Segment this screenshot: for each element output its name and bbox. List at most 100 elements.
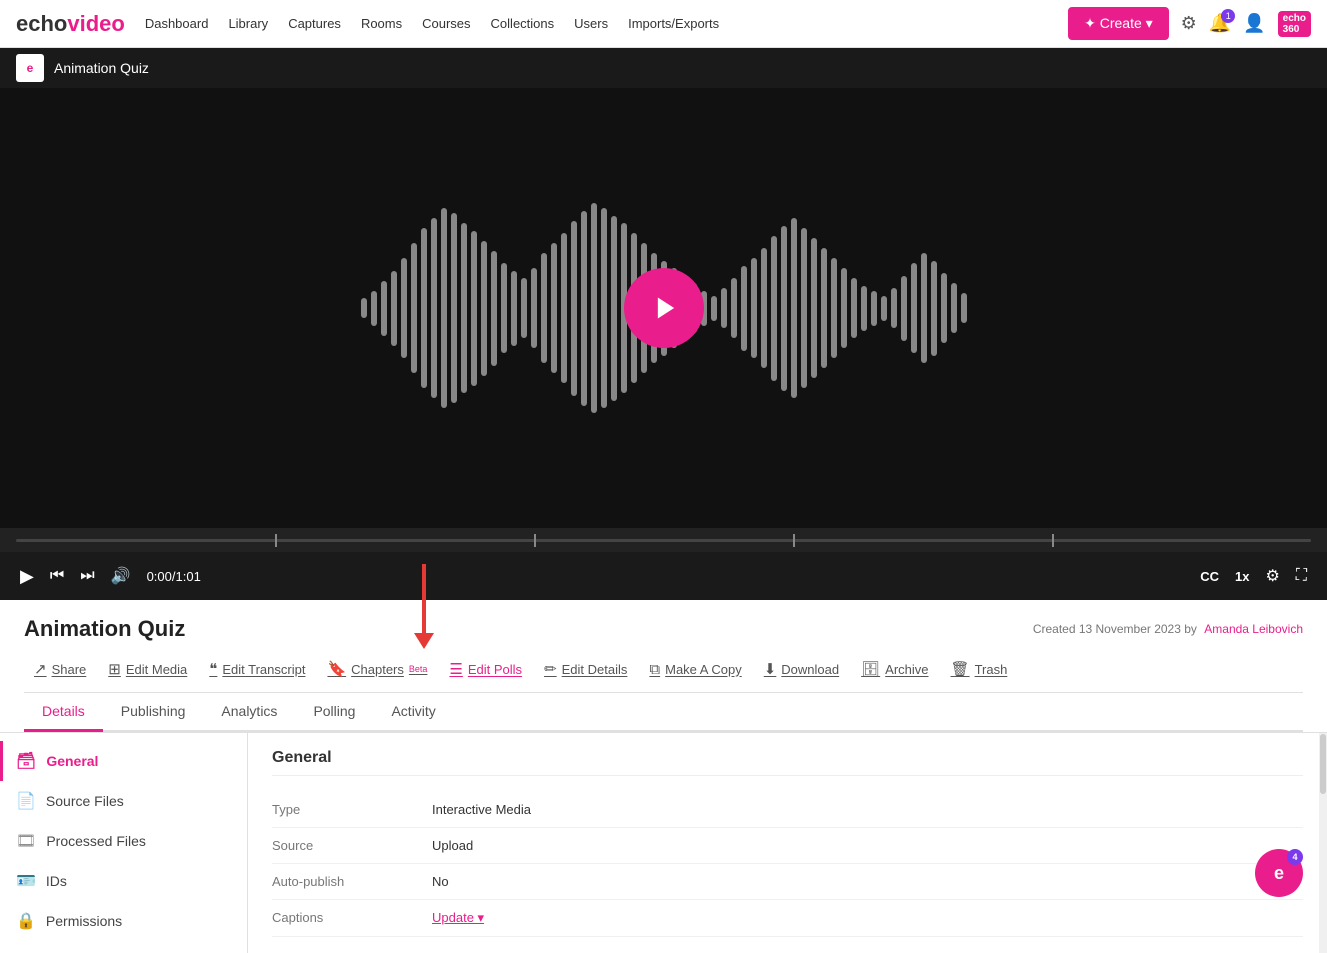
edit-transcript-icon: ❝ (209, 660, 217, 678)
edit-polls-button[interactable]: ☰ Edit Polls (439, 654, 532, 684)
logo[interactable]: echo video (16, 11, 125, 37)
sidebar-general-label: General (46, 753, 98, 769)
nav-right: ✦ Create ▾ ⚙ 🔔 1 👤 echo360 (1068, 7, 1311, 40)
nav-users[interactable]: Users (574, 16, 608, 31)
type-label: Type (272, 802, 432, 817)
waveform-bar (911, 263, 917, 353)
waveform-bar (921, 253, 927, 363)
waveform-bar (531, 268, 537, 348)
video-controls: ▶ ⏮ ⏭ 🔊 0:00/1:01 CC 1x ⚙ ⛶ (0, 552, 1327, 600)
waveform-bar (371, 291, 377, 326)
video-timeline[interactable] (0, 528, 1327, 552)
source-label: Source (272, 838, 432, 853)
tab-analytics[interactable]: Analytics (203, 693, 295, 732)
make-copy-label: Make A Copy (665, 662, 742, 677)
play-control-button[interactable]: ▶ (20, 566, 34, 587)
waveform-bar (791, 218, 797, 398)
scrollbar-track[interactable] (1319, 733, 1327, 953)
sidebar-item-ids[interactable]: 🪪 IDs (0, 861, 247, 901)
waveform-bar (901, 276, 907, 341)
avatar-badge: 4 (1287, 849, 1303, 865)
tab-activity[interactable]: Activity (373, 693, 453, 732)
waveform-bar (721, 288, 727, 328)
waveform-bar (881, 296, 887, 321)
meta-prefix: Created 13 November 2023 by (1033, 622, 1197, 636)
nav-collections[interactable]: Collections (491, 16, 555, 31)
settings-control-button[interactable]: ⚙ (1265, 566, 1279, 586)
waveform-bar (931, 261, 937, 356)
waveform-bar (521, 278, 527, 338)
avatar-letter: e (1274, 863, 1284, 884)
controls-right: CC 1x ⚙ ⛶ (1200, 566, 1307, 586)
share-icon: ↗ (34, 660, 47, 678)
archive-label: Archive (885, 662, 928, 677)
sidebar-item-permissions[interactable]: 🔒 Permissions (0, 901, 247, 941)
waveform-bar (461, 223, 467, 393)
speed-button[interactable]: 1x (1235, 569, 1249, 584)
sidebar-item-source-files[interactable]: 📄 Source Files (0, 781, 247, 821)
share-label: Share (52, 662, 87, 677)
content-area: Animation Quiz Created 13 November 2023 … (0, 600, 1327, 732)
meta-author[interactable]: Amanda Leibovich (1204, 622, 1303, 636)
nav-dashboard[interactable]: Dashboard (145, 16, 209, 31)
user-avatar-button[interactable]: 👤 (1243, 13, 1265, 34)
waveform-bar (601, 208, 607, 408)
scrollbar-thumb[interactable] (1320, 734, 1326, 794)
fullscreen-button[interactable]: ⛶ (1296, 567, 1307, 585)
breadcrumb-bar: e Animation Quiz (0, 48, 1327, 88)
waveform-bar (851, 278, 857, 338)
make-copy-icon: ⧉ (649, 661, 660, 678)
nav-rooms[interactable]: Rooms (361, 16, 402, 31)
detail-row-captions: Captions Update ▾ (272, 900, 1303, 937)
captions-button[interactable]: CC (1200, 569, 1219, 584)
download-button[interactable]: ⬇ Download (754, 654, 849, 684)
trash-label: Trash (975, 662, 1008, 677)
nav-captures[interactable]: Captures (288, 16, 341, 31)
skip-back-button[interactable]: ⏮ (50, 567, 64, 585)
permissions-icon: 🔒 (16, 911, 36, 931)
waveform-bar (481, 241, 487, 376)
create-button[interactable]: ✦ Create ▾ (1068, 7, 1169, 40)
sidebar-source-files-label: Source Files (46, 793, 124, 809)
tab-publishing[interactable]: Publishing (103, 693, 204, 732)
edit-polls-label: Edit Polls (468, 662, 522, 677)
tab-details[interactable]: Details (24, 693, 103, 732)
waveform-bar (441, 208, 447, 408)
edit-details-button[interactable]: ✏ Edit Details (534, 654, 637, 684)
timeline-track[interactable] (16, 539, 1311, 542)
edit-media-button[interactable]: ⊞ Edit Media (98, 654, 197, 684)
chapters-beta-badge: Beta (409, 664, 428, 674)
waveform-bar (511, 271, 517, 346)
edit-transcript-button[interactable]: ❝ Edit Transcript (199, 654, 315, 684)
sidebar-item-general[interactable]: 🗃 General (0, 741, 247, 781)
notification-wrapper: 🔔 1 (1209, 13, 1231, 34)
nav-imports-exports[interactable]: Imports/Exports (628, 16, 719, 31)
waveform-bar (571, 221, 577, 396)
sidebar-item-processed-files[interactable]: 🎞 Processed Files (0, 821, 247, 861)
nav-courses[interactable]: Courses (422, 16, 470, 31)
avatar-fab[interactable]: e 4 (1255, 849, 1303, 897)
download-icon: ⬇ (764, 660, 777, 678)
archive-button[interactable]: 🗄 Archive (851, 654, 938, 684)
autopublish-label: Auto-publish (272, 874, 432, 889)
tab-polling[interactable]: Polling (295, 693, 373, 732)
make-copy-button[interactable]: ⧉ Make A Copy (639, 655, 751, 684)
waveform-bar (611, 216, 617, 401)
detail-panel: General Type Interactive Media Source Up… (248, 733, 1327, 953)
chapters-button[interactable]: 🔖 Chapters Beta (317, 654, 437, 684)
edit-details-label: Edit Details (562, 662, 628, 677)
trash-button[interactable]: 🗑 Trash (941, 654, 1018, 684)
waveform-bar (491, 251, 497, 366)
trash-icon: 🗑 (951, 660, 970, 678)
volume-button[interactable]: 🔊 (111, 566, 131, 586)
archive-icon: 🗄 (861, 660, 880, 678)
nav-library[interactable]: Library (228, 16, 268, 31)
captions-update-button[interactable]: Update ▾ (432, 910, 484, 926)
play-button[interactable] (624, 268, 704, 348)
settings-button[interactable]: ⚙ (1181, 13, 1197, 34)
share-button[interactable]: ↗ Share (24, 654, 96, 684)
waveform-bar (781, 226, 787, 391)
detail-row-autopublish: Auto-publish No (272, 864, 1303, 900)
waveform-bar (891, 288, 897, 328)
skip-forward-button[interactable]: ⏭ (80, 567, 94, 585)
